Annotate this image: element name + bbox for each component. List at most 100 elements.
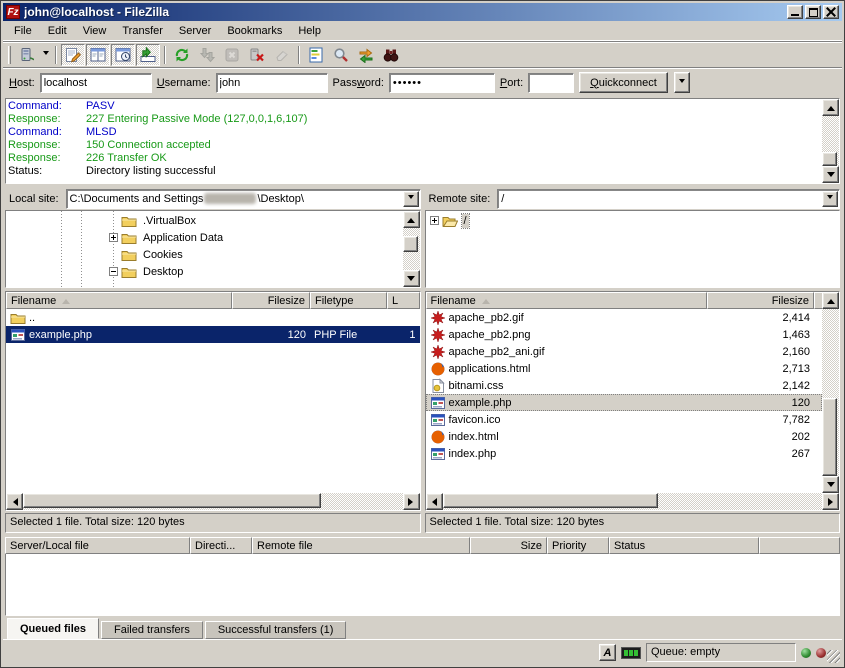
local-list-hscrollbar[interactable] [6, 493, 420, 510]
column-header-filesize[interactable]: Filesize [707, 292, 814, 309]
sort-asc-icon [62, 295, 70, 304]
site-manager-icon [19, 47, 35, 63]
menu-bookmarks[interactable]: Bookmarks [220, 23, 289, 39]
menu-view[interactable]: View [76, 23, 114, 39]
column-header-direction[interactable]: Directi... [190, 537, 252, 554]
expand-icon[interactable] [430, 216, 439, 225]
menu-file[interactable]: File [7, 23, 39, 39]
column-header-server-local-file[interactable]: Server/Local file [5, 537, 190, 554]
tab-successful-transfers[interactable]: Successful transfers (1) [205, 621, 347, 639]
file-row[interactable]: index.html202 [426, 428, 823, 445]
file-row[interactable]: apache_pb2_ani.gif2,160 [426, 343, 823, 360]
file-row[interactable]: index.php267 [426, 445, 823, 462]
scroll-thumb[interactable] [23, 493, 321, 508]
resize-grip[interactable] [827, 650, 840, 663]
cancel-operation-button[interactable] [220, 44, 244, 66]
toggle-local-tree-button[interactable] [86, 44, 110, 66]
column-header-filetype[interactable]: Filetype [310, 292, 387, 309]
scroll-up-button[interactable] [822, 99, 839, 116]
scroll-thumb[interactable] [443, 493, 658, 508]
toggle-message-log-button[interactable] [61, 44, 85, 66]
scroll-down-button[interactable] [822, 476, 839, 493]
file-row-parent-dir[interactable]: .. [6, 309, 420, 326]
toggle-remote-tree-button[interactable] [111, 44, 135, 66]
tab-queued-files[interactable]: Queued files [7, 618, 99, 639]
close-button[interactable] [823, 5, 839, 19]
menu-transfer[interactable]: Transfer [115, 23, 170, 39]
refresh-button[interactable] [170, 44, 194, 66]
arrow-up-icon [827, 102, 835, 111]
remote-list-hscrollbar[interactable] [426, 493, 840, 510]
remote-site-dropdown-button[interactable] [822, 191, 838, 207]
process-queue-button[interactable] [195, 44, 219, 66]
log-scrollbar[interactable] [822, 99, 839, 183]
column-header-size[interactable]: Size [470, 537, 547, 554]
tree-item-desktop[interactable]: Desktop [6, 263, 403, 280]
filter-button[interactable] [304, 44, 328, 66]
password-input[interactable] [389, 73, 495, 93]
site-manager-button[interactable] [15, 44, 39, 66]
tree-item-cookies[interactable]: Cookies [6, 246, 403, 263]
scroll-right-button[interactable] [403, 493, 420, 510]
tree-item-virtualbox[interactable]: .VirtualBox [6, 212, 403, 229]
speed-limits-icon[interactable] [621, 647, 641, 659]
scroll-thumb[interactable] [822, 152, 837, 166]
maximize-icon [809, 8, 818, 17]
file-row[interactable]: apache_pb2.gif2,414 [426, 309, 823, 326]
scroll-left-button[interactable] [6, 493, 23, 510]
menu-server[interactable]: Server [172, 23, 218, 39]
file-row-example-php[interactable]: example.php 120 PHP File 1 [6, 326, 420, 343]
host-input[interactable] [40, 73, 152, 93]
synchronized-browsing-button[interactable] [354, 44, 378, 66]
remote-list-scrollbar[interactable] [822, 292, 839, 493]
css-file-icon [430, 378, 446, 394]
compare-directories-button[interactable] [379, 44, 403, 66]
scroll-left-button[interactable] [426, 493, 443, 510]
column-header-filename[interactable]: Filename [6, 292, 232, 309]
remote-site-combo[interactable]: / [497, 189, 840, 209]
sync-browsing-icon [358, 47, 374, 63]
tree-item-root[interactable]: / [426, 212, 840, 229]
site-manager-dropdown-button[interactable] [40, 44, 51, 66]
column-header-last-modified[interactable]: L [387, 292, 420, 309]
file-search-button[interactable] [329, 44, 353, 66]
local-site-combo[interactable]: C:\Documents and Settings\Desktop\ [66, 189, 421, 209]
file-row[interactable]: apache_pb2.png1,463 [426, 326, 823, 343]
log-label: Response: [8, 113, 86, 126]
toggle-transfer-queue-button[interactable] [136, 44, 160, 66]
file-row[interactable]: applications.html2,713 [426, 360, 823, 377]
column-header-filesize[interactable]: Filesize [232, 292, 310, 309]
scroll-up-button[interactable] [403, 211, 420, 228]
file-row[interactable]: bitnami.css2,142 [426, 377, 823, 394]
green-indicator-icon [801, 648, 811, 658]
column-header-status[interactable]: Status [609, 537, 759, 554]
scroll-up-button[interactable] [822, 292, 839, 309]
column-header-priority[interactable]: Priority [547, 537, 609, 554]
disconnect-button[interactable] [245, 44, 269, 66]
port-input[interactable] [528, 73, 574, 93]
quickconnect-dropdown-button[interactable] [674, 72, 690, 93]
username-input[interactable] [216, 73, 328, 93]
menu-help[interactable]: Help [291, 23, 328, 39]
scroll-down-button[interactable] [822, 166, 839, 183]
column-header-remote-file[interactable]: Remote file [252, 537, 470, 554]
clear-queue-button[interactable] [270, 44, 294, 66]
scroll-right-button[interactable] [822, 493, 839, 510]
column-header-filename[interactable]: Filename [426, 292, 708, 309]
data-type-indicator[interactable]: A [599, 644, 616, 661]
quickconnect-button[interactable]: Quickconnect [579, 72, 668, 93]
file-row-example-php[interactable]: example.php120 [426, 394, 823, 411]
scroll-thumb[interactable] [403, 236, 418, 252]
file-row[interactable]: favicon.ico7,782 [426, 411, 823, 428]
collapse-icon[interactable] [109, 267, 118, 276]
scroll-down-button[interactable] [403, 270, 420, 287]
scroll-thumb[interactable] [822, 398, 837, 476]
local-site-dropdown-button[interactable] [403, 191, 419, 207]
tree-item-application-data[interactable]: Application Data [6, 229, 403, 246]
minimize-button[interactable] [787, 5, 803, 19]
local-tree-scrollbar[interactable] [403, 211, 420, 287]
tab-failed-transfers[interactable]: Failed transfers [101, 621, 203, 639]
maximize-button[interactable] [805, 5, 821, 19]
expand-icon[interactable] [109, 233, 118, 242]
menu-edit[interactable]: Edit [41, 23, 74, 39]
